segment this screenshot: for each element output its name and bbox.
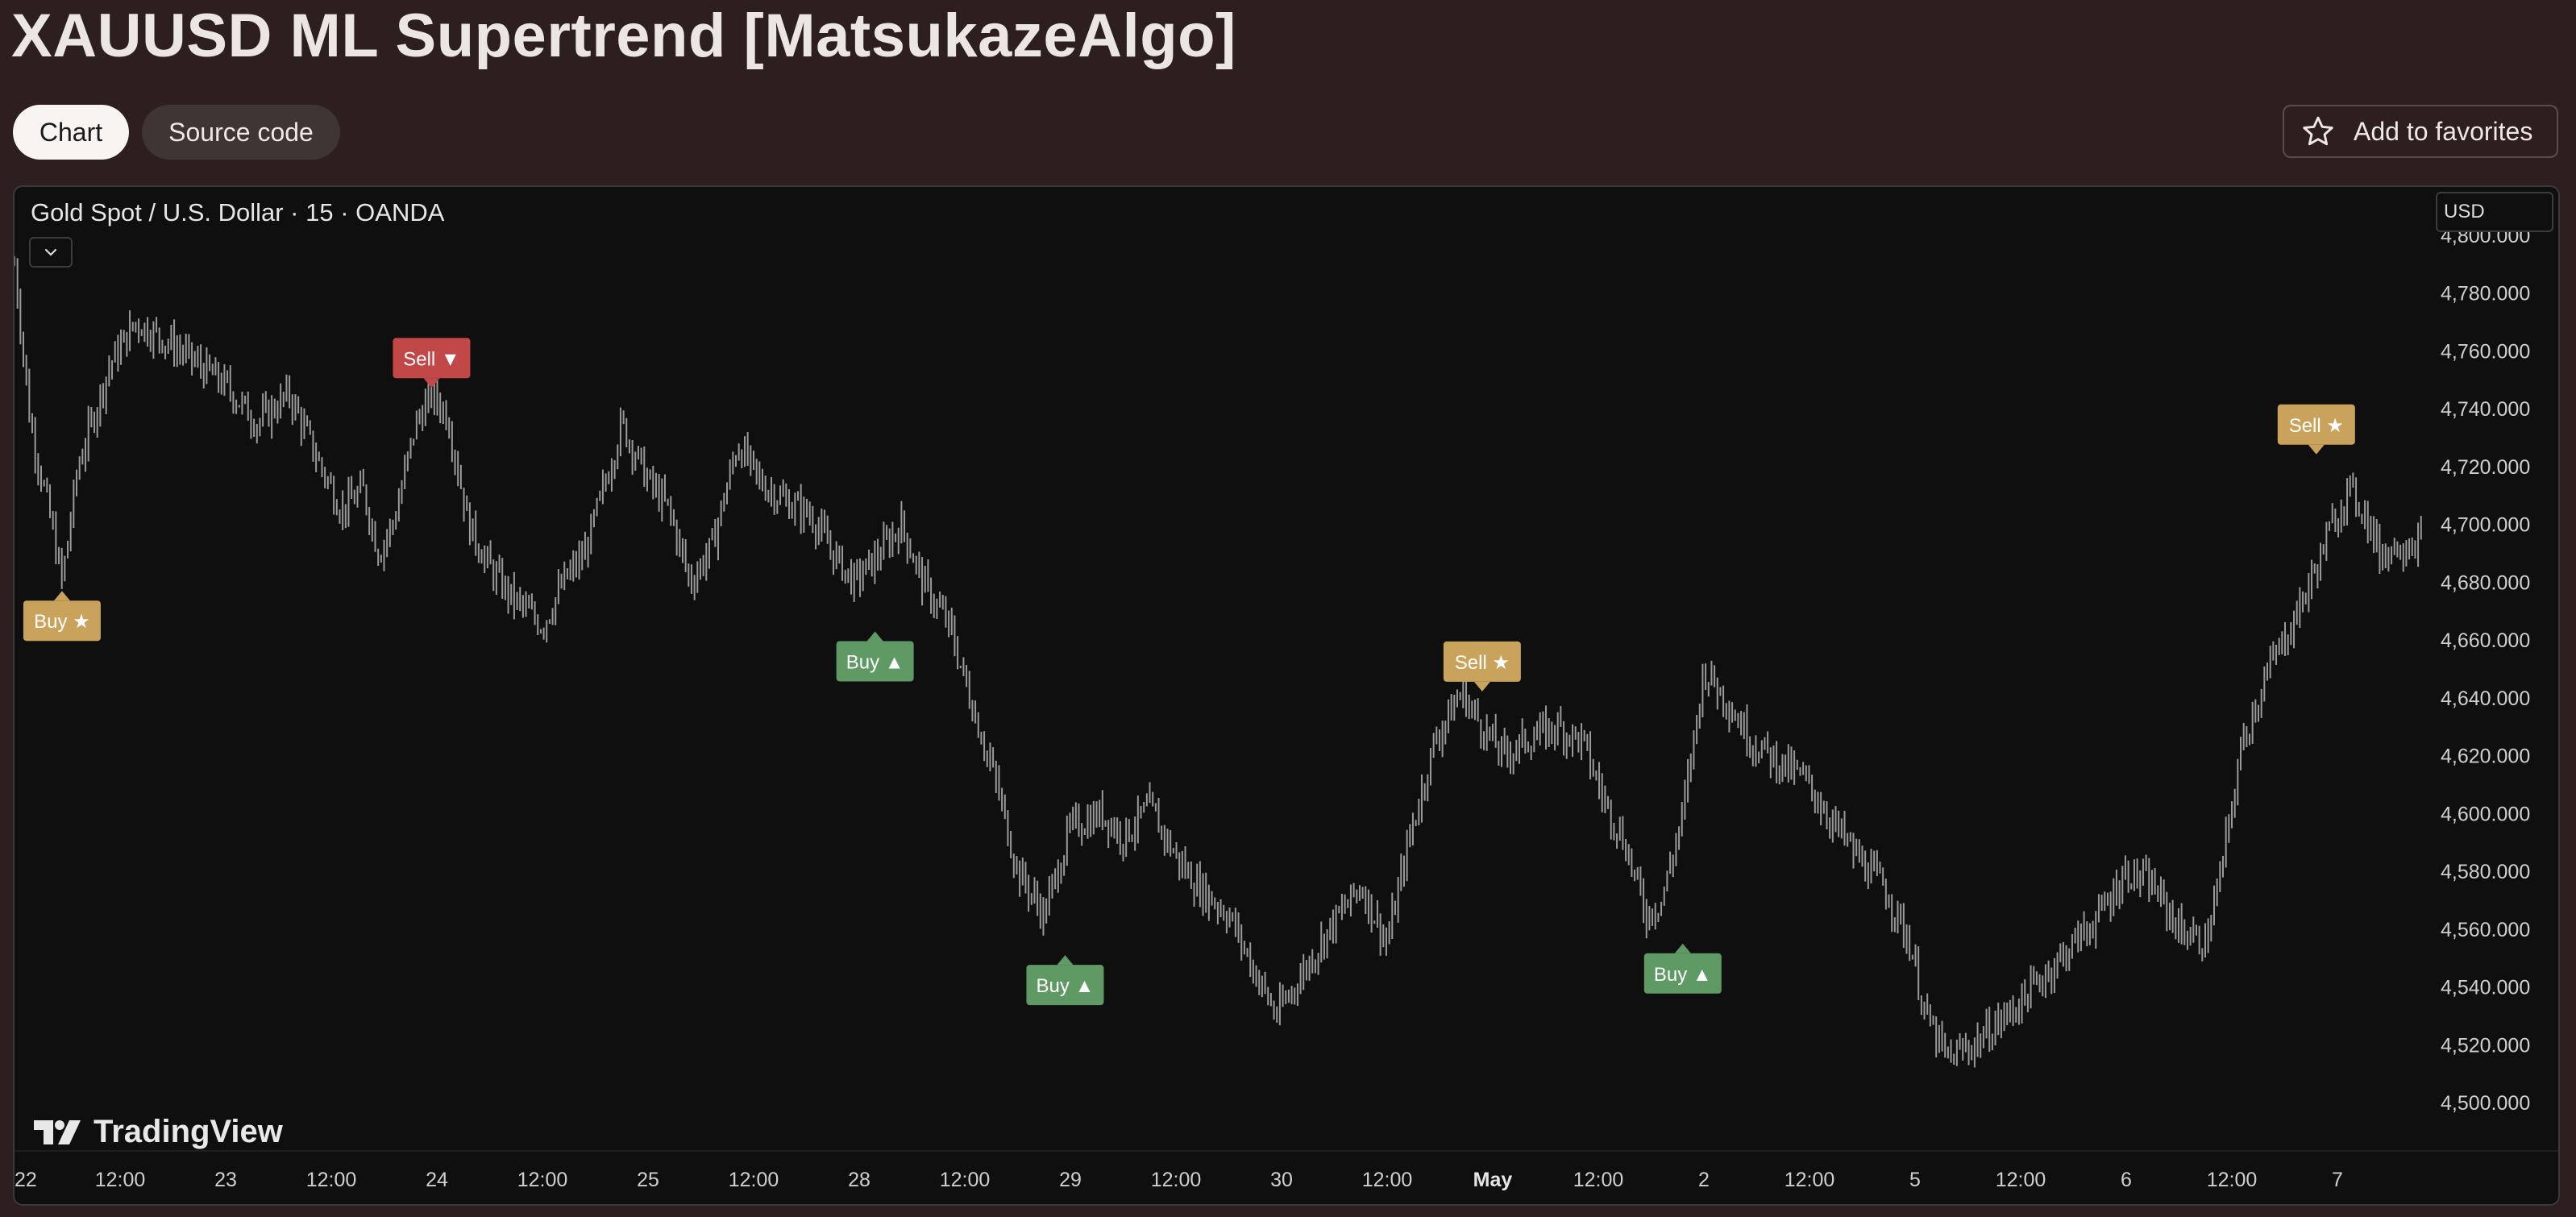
collapse-legend-button[interactable]: [29, 237, 73, 268]
favorites-label: Add to favorites: [2354, 116, 2533, 146]
signal-label-4: Buy ▲: [1026, 955, 1104, 1006]
x-tick-label: May: [1473, 1169, 1513, 1191]
x-tick-label: 28: [848, 1169, 870, 1191]
x-tick-label: 6: [2121, 1169, 2132, 1191]
signal-pointer: [1057, 955, 1074, 966]
x-tick-label: 12:00: [940, 1169, 991, 1191]
x-tick-label: 12:00: [1151, 1169, 1202, 1191]
signal-text: Buy ▲: [1654, 964, 1712, 986]
x-tick-label: 25: [637, 1169, 659, 1191]
signal-label-7: Sell ★: [2277, 404, 2355, 455]
y-tick-label: 4,580.000: [2441, 861, 2530, 883]
x-tick-label: 12:00: [95, 1169, 146, 1191]
signal-pointer: [1473, 681, 1490, 692]
y-tick-label: 4,720.000: [2441, 456, 2530, 479]
signal-label-2: Sell ▼: [393, 338, 471, 388]
x-tick-label: 23: [214, 1169, 237, 1191]
x-tick-label: 22: [15, 1169, 37, 1191]
y-tick-label: 4,760.000: [2441, 340, 2530, 363]
symbol-title: Gold Spot / U.S. Dollar · 15 · OANDA: [31, 198, 445, 226]
tradingview-logo-text: TradingView: [93, 1114, 283, 1149]
y-tick-label: 4,620.000: [2441, 746, 2530, 768]
y-tick-label: 4,680.000: [2441, 571, 2530, 594]
add-to-favorites-button[interactable]: Add to favorites: [2283, 105, 2558, 158]
x-tick-label: 12:00: [1573, 1169, 1624, 1191]
x-tick-label: 12:00: [1362, 1169, 1413, 1191]
signal-text: Sell ▼: [403, 348, 459, 370]
signal-pointer: [1674, 943, 1691, 953]
y-tick-label: 4,660.000: [2441, 629, 2530, 652]
signal-text: Sell ★: [1455, 652, 1510, 674]
signal-pointer: [2308, 444, 2325, 455]
x-tick-label: 2: [1698, 1169, 1710, 1191]
x-tick-label: 12:00: [517, 1169, 568, 1191]
y-tick-label: 4,520.000: [2441, 1034, 2530, 1057]
x-tick-label: 12:00: [1785, 1169, 1835, 1191]
x-tick-label: 7: [2332, 1169, 2343, 1191]
signal-text: Buy ▲: [1037, 975, 1095, 997]
x-tick-label: 30: [1270, 1169, 1293, 1191]
x-tick-label: 24: [426, 1169, 448, 1191]
signal-label-1: Buy ★: [23, 591, 101, 642]
y-tick-label: 4,600.000: [2441, 803, 2530, 825]
y-tick-label: 4,780.000: [2441, 283, 2530, 305]
y-tick-label: 4,500.000: [2441, 1092, 2530, 1115]
signal-text: Buy ▲: [846, 651, 904, 673]
tradingview-logo: TradingView: [32, 1114, 283, 1150]
signal-pointer: [866, 631, 883, 642]
y-tick-label: 4,700.000: [2441, 514, 2530, 537]
signal-label-5: Sell ★: [1443, 641, 1521, 692]
tab-source-code[interactable]: Source code: [142, 105, 340, 160]
price-chart[interactable]: 4,500.000 4,520.000 4,540.000 4,560.000 4,58…: [15, 187, 2560, 1206]
tradingview-logo-icon: [34, 1119, 81, 1144]
signal-label-3: Buy ▲: [836, 631, 914, 682]
y-tick-label: 4,740.000: [2441, 398, 2530, 421]
signal-text: Buy ★: [34, 611, 90, 633]
x-tick-label: 12:00: [306, 1169, 357, 1191]
currency-selector[interactable]: USD: [2436, 192, 2553, 232]
y-tick-label: 4,640.000: [2441, 687, 2530, 710]
signal-pointer: [53, 591, 70, 601]
x-tick-label: 12:00: [729, 1169, 779, 1191]
tab-chart[interactable]: Chart: [13, 105, 129, 160]
chevron-down-icon: [44, 248, 57, 256]
y-tick-label: 4,560.000: [2441, 919, 2530, 941]
star-outline-icon: [2303, 116, 2333, 146]
x-tick-label: 12:00: [2207, 1169, 2258, 1191]
chart-panel[interactable]: 4,500.000 4,520.000 4,540.000 4,560.000 4,58…: [13, 185, 2560, 1206]
x-tick-label: 5: [1909, 1169, 1921, 1191]
y-tick-label: 4,540.000: [2441, 977, 2530, 999]
x-tick-label: 12:00: [1996, 1169, 2046, 1191]
x-tick-label: 29: [1059, 1169, 1082, 1191]
signal-label-6: Buy ▲: [1643, 943, 1722, 994]
page-title: XAUUSD ML Supertrend [MatsukazeAlgo]: [11, 2, 1236, 70]
signal-text: Sell ★: [2289, 415, 2344, 437]
price-series: [15, 255, 2422, 1068]
